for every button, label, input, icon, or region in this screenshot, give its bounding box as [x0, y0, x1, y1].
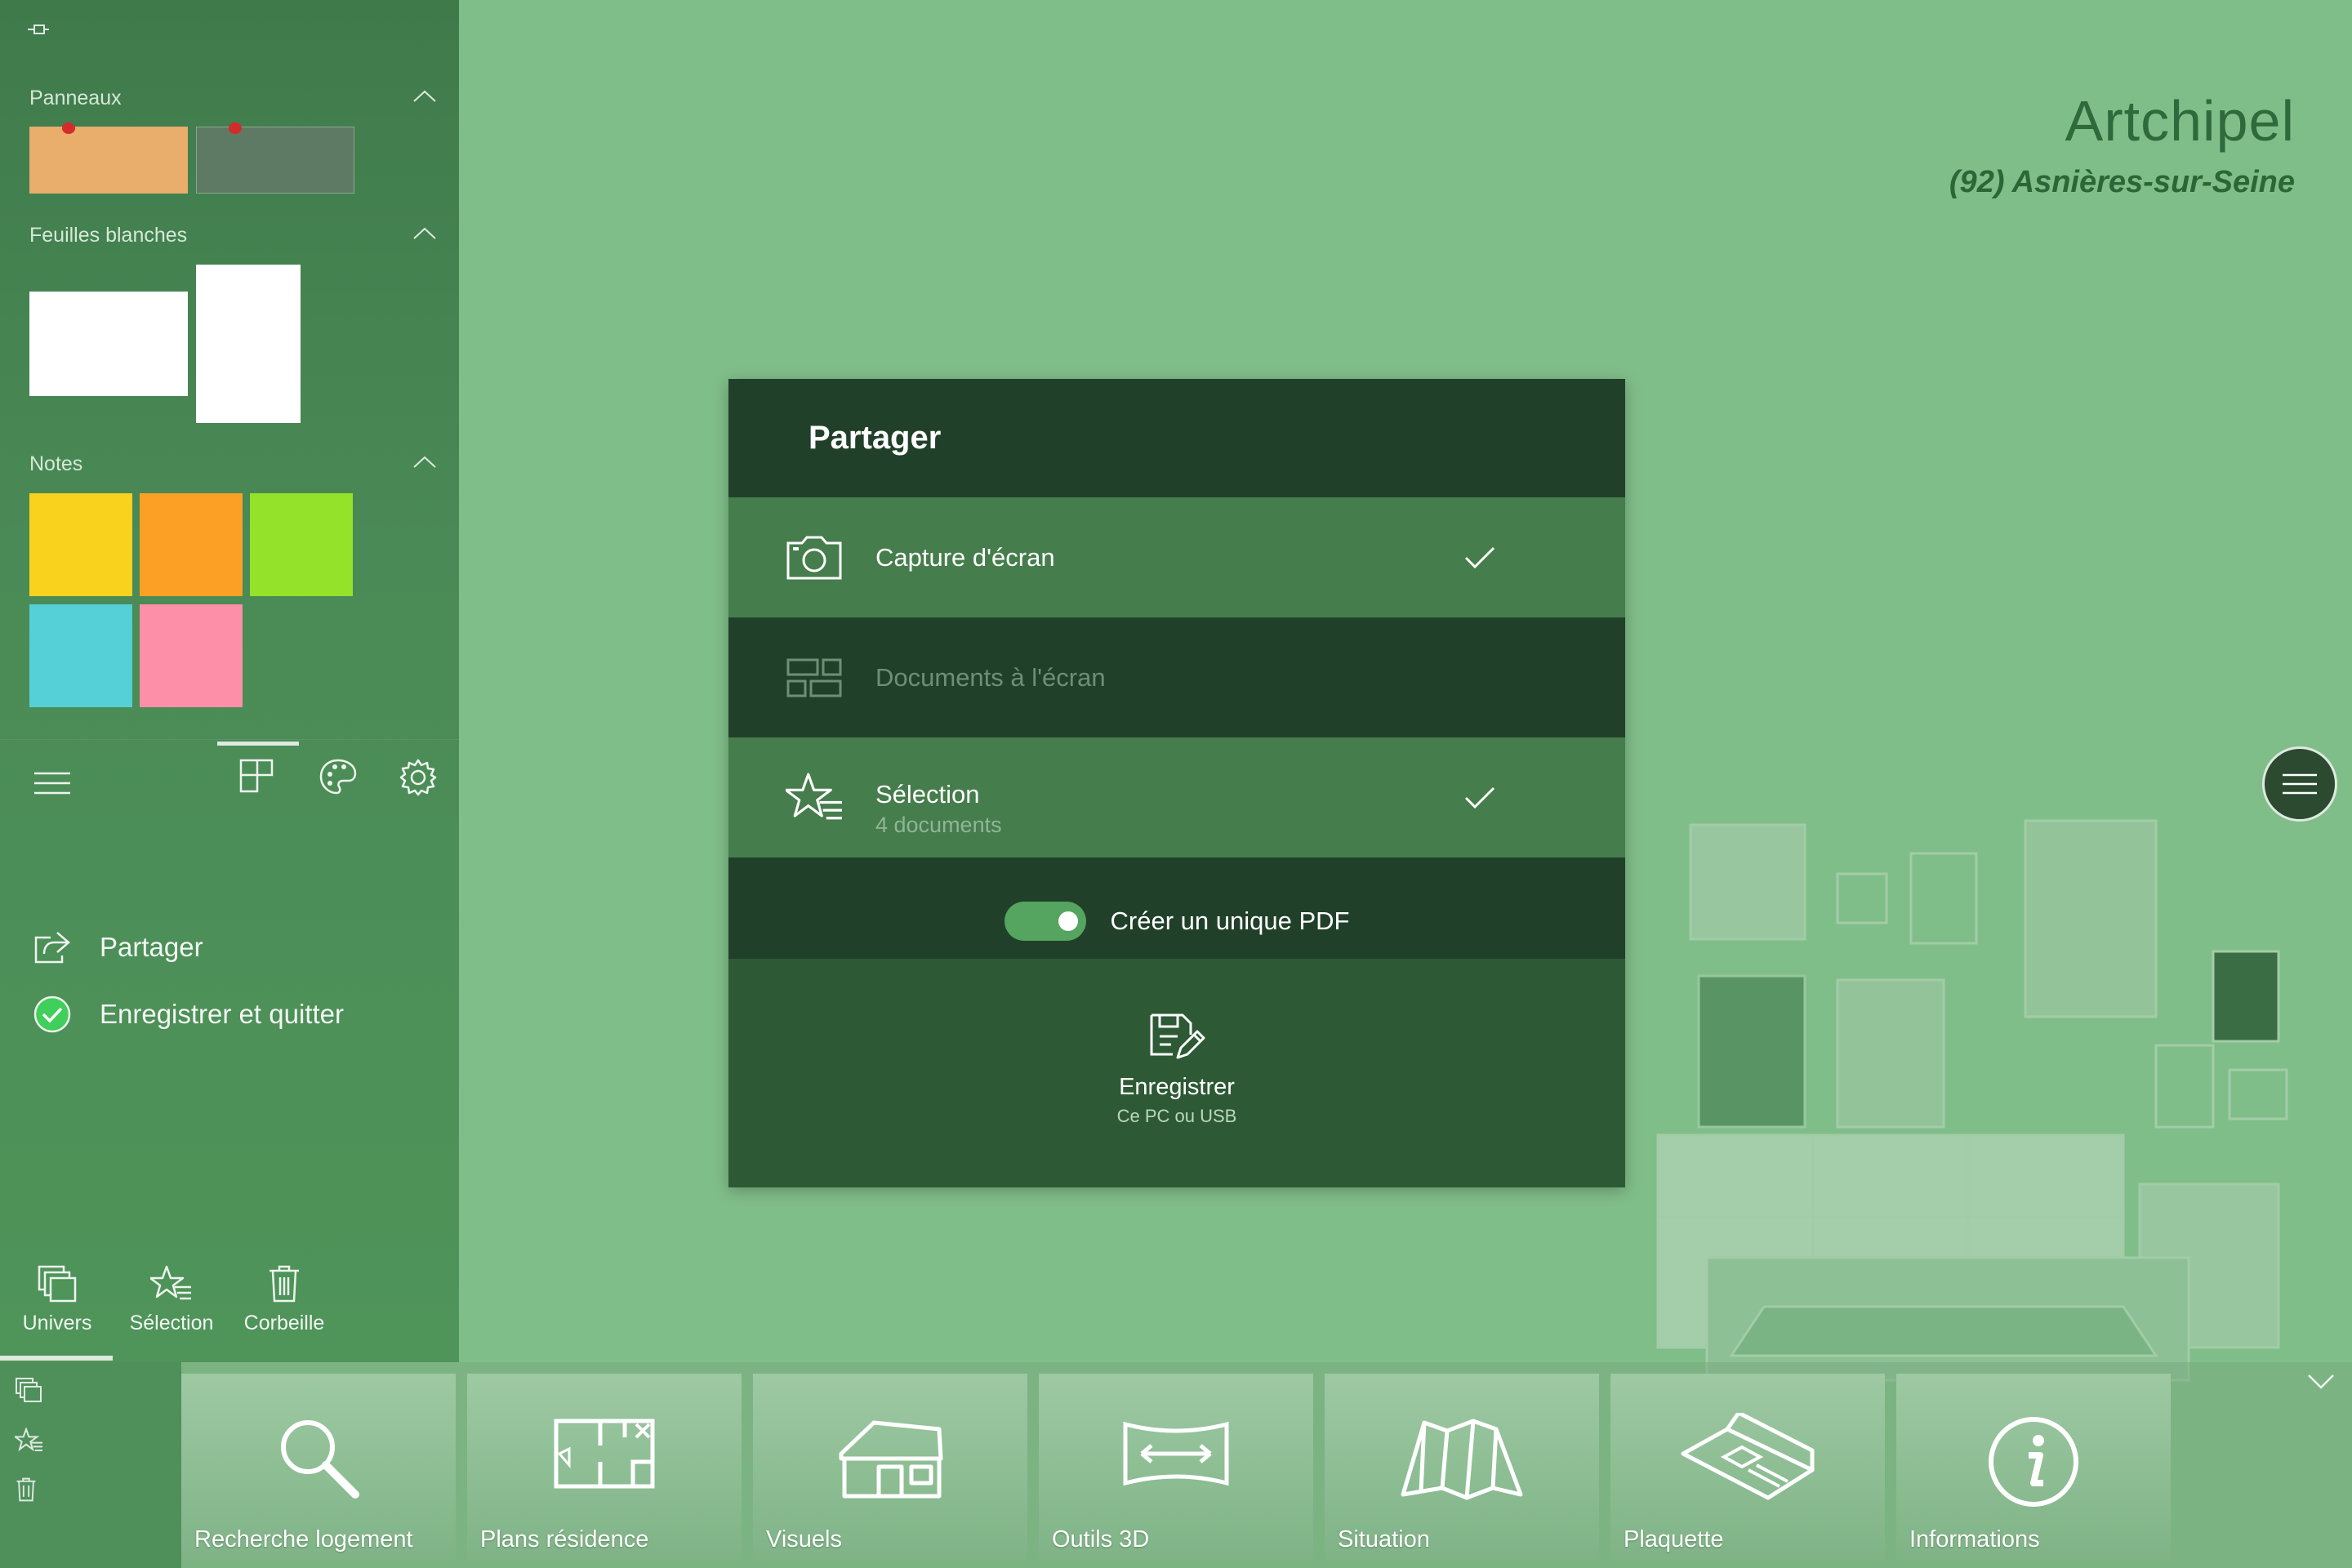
camera-icon: [786, 536, 842, 579]
corbeille-label: Corbeille: [243, 1312, 325, 1334]
share-menu-item[interactable]: Partager: [33, 929, 203, 965]
section-header-feuilles[interactable]: Feuilles blanches: [29, 224, 187, 247]
nav-tile-3[interactable]: Visuels: [753, 1374, 1027, 1561]
selection-label: Sélection: [129, 1312, 214, 1334]
pin-marker: [62, 122, 75, 134]
single-pdf-label: Créer un unique PDF: [1110, 906, 1350, 935]
pin-marker: [229, 122, 242, 134]
blank-sheet-landscape[interactable]: [29, 292, 188, 396]
dialog-title: Partager: [808, 420, 942, 456]
hamburger-icon[interactable]: [33, 771, 72, 795]
dialog-header: Partager: [728, 379, 1625, 497]
option-capture-title: Capture d'écran: [875, 542, 1055, 572]
star-list-icon: [786, 773, 842, 819]
nav-tile-label: Plans résidence: [480, 1526, 649, 1552]
option-capture[interactable]: Capture d'écran: [728, 497, 1625, 617]
sidebar: Panneaux Feuilles blanches Notes Partage…: [0, 0, 459, 1362]
floorplan-icon: [551, 1413, 657, 1494]
trash-icon[interactable]: [15, 1477, 38, 1503]
save-label: Enregistrer: [1119, 1074, 1235, 1100]
note-swatch[interactable]: [140, 604, 243, 707]
chevron-up-icon[interactable]: [412, 454, 438, 470]
check-circle-icon: [33, 996, 71, 1033]
single-pdf-toggle[interactable]: [1004, 902, 1086, 941]
trash-icon: [270, 1265, 299, 1303]
section-header-notes[interactable]: Notes: [29, 452, 82, 476]
brand-city: (92) Asnières-sur-Seine: [1949, 165, 2295, 199]
panel-thumbnail[interactable]: [29, 127, 188, 194]
nav-tile-1[interactable]: Recherche logement: [181, 1374, 456, 1561]
section-header-panneaux[interactable]: Panneaux: [29, 87, 122, 110]
layers-icon[interactable]: [15, 1377, 42, 1403]
save-quit-menu-item[interactable]: Enregistrer et quitter: [33, 995, 344, 1034]
blank-sheet-portrait[interactable]: [196, 265, 301, 423]
nav-tile-label: Situation: [1338, 1526, 1430, 1552]
brand-title: Artchipel: [2065, 89, 2295, 153]
checkmark-icon: [1464, 786, 1495, 808]
dialog-spacer: [728, 858, 1625, 884]
option-documents[interactable]: Documents à l'écran: [728, 617, 1625, 737]
nav-tile-5[interactable]: Situation: [1325, 1374, 1599, 1561]
share-dialog: Partager Capture d'écran Documents à l'é…: [728, 379, 1625, 1187]
nav-tile-label: Plaquette: [1624, 1526, 1724, 1552]
nav-tile-6[interactable]: Plaquette: [1610, 1374, 1885, 1561]
gear-icon[interactable]: [399, 758, 438, 797]
panorama-icon: [1119, 1413, 1233, 1494]
corbeille-button[interactable]: Corbeille: [235, 1264, 333, 1335]
chevron-up-icon[interactable]: [412, 88, 438, 105]
divider: [0, 739, 459, 740]
nav-tile-label: Informations: [1909, 1526, 2040, 1552]
nav-tile-label: Recherche logement: [194, 1526, 413, 1552]
save-sublabel: Ce PC ou USB: [1116, 1106, 1237, 1126]
note-swatch[interactable]: [250, 493, 353, 596]
active-tab-indicator: [217, 742, 299, 746]
nav-tile-label: Visuels: [766, 1526, 842, 1552]
house-icon: [833, 1413, 947, 1503]
hamburger-icon: [2283, 773, 2317, 795]
checkmark-icon: [1464, 546, 1495, 568]
share-label: Partager: [100, 932, 203, 962]
selection-button[interactable]: Sélection: [122, 1264, 220, 1335]
save-button[interactable]: Enregistrer Ce PC ou USB: [728, 1012, 1625, 1127]
magnifier-icon: [274, 1413, 363, 1503]
single-pdf-row: Créer un unique PDF: [728, 884, 1625, 959]
star-list-icon: [150, 1265, 191, 1300]
star-list-icon[interactable]: [15, 1428, 44, 1454]
info-icon: [1984, 1413, 2082, 1511]
layers-icon: [38, 1265, 77, 1303]
chevron-up-icon[interactable]: [412, 225, 438, 242]
nav-tile-7[interactable]: Informations: [1896, 1374, 2171, 1561]
mini-rail: [0, 1362, 181, 1568]
panel-thumbnail[interactable]: [196, 127, 354, 194]
palette-icon[interactable]: [318, 758, 358, 795]
save-icon: [1150, 1013, 1205, 1059]
univers-button[interactable]: Univers: [8, 1264, 106, 1335]
nav-tile-label: Outils 3D: [1052, 1526, 1150, 1552]
nav-tile-4[interactable]: Outils 3D: [1039, 1374, 1313, 1561]
pin-icon[interactable]: [26, 21, 51, 38]
note-swatch[interactable]: [140, 493, 243, 596]
share-icon: [34, 932, 70, 964]
note-swatch[interactable]: [29, 493, 132, 596]
option-documents-title: Documents à l'écran: [875, 662, 1106, 692]
option-selection[interactable]: Sélection 4 documents: [728, 737, 1625, 858]
option-selection-title: Sélection: [875, 780, 980, 808]
nav-tile-2[interactable]: Plans résidence: [467, 1374, 742, 1561]
univers-label: Univers: [22, 1312, 92, 1334]
active-section-indicator: [0, 1356, 113, 1361]
brochure-icon: [1678, 1413, 1817, 1503]
floating-menu-button[interactable]: [2262, 746, 2337, 822]
toggle-knob: [1058, 911, 1078, 931]
chevron-down-icon[interactable]: [2306, 1372, 2336, 1392]
option-selection-subtitle: 4 documents: [875, 813, 1002, 837]
map-icon: [1396, 1413, 1527, 1503]
note-swatch[interactable]: [29, 604, 132, 707]
brand-header: Artchipel (92) Asnières-sur-Seine: [1949, 88, 2295, 200]
save-quit-label: Enregistrer et quitter: [100, 999, 344, 1029]
grid-icon: [786, 658, 842, 697]
layout-icon[interactable]: [238, 758, 274, 794]
